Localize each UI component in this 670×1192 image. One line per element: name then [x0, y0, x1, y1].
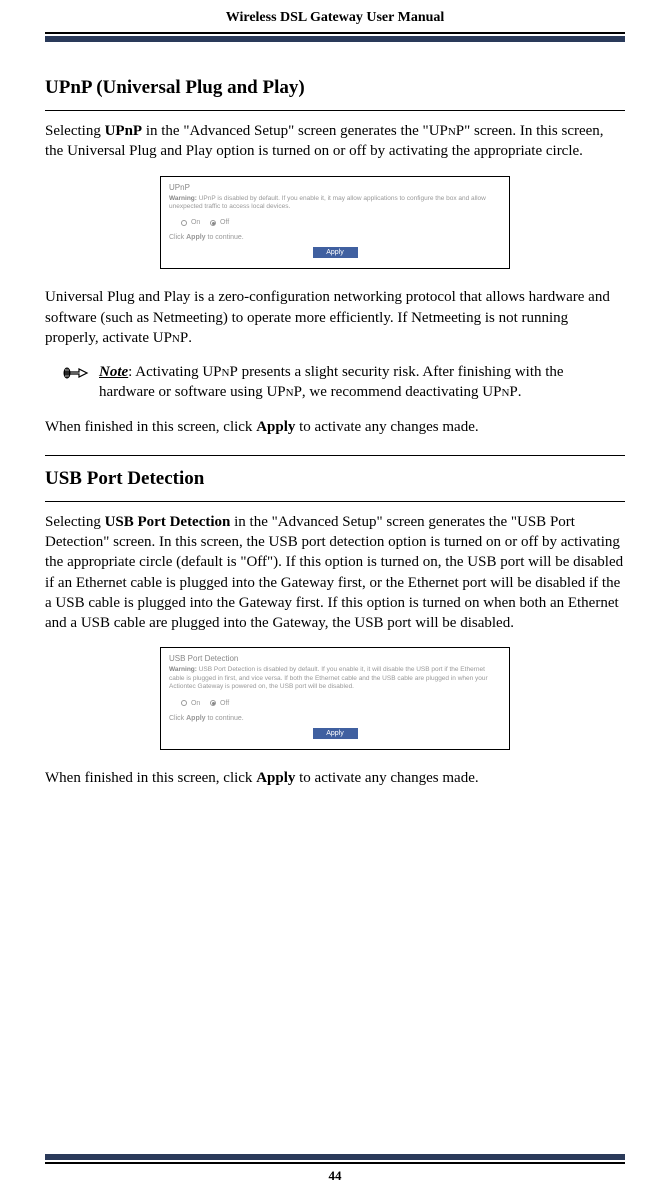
- usb-radio-on[interactable]: [181, 700, 187, 706]
- upnp-apply-button[interactable]: Apply: [313, 247, 358, 258]
- usb-intro-paragraph: Selecting USB Port Detection in the "Adv…: [45, 512, 625, 634]
- upnp-para2-2: .: [188, 330, 192, 346]
- upnp-note-4: .: [518, 384, 522, 400]
- upnp-para2-1: Universal Plug and Play is a zero-config…: [45, 289, 610, 346]
- usb-intro-1: Selecting: [45, 514, 105, 530]
- usb-ss-apply-1: Click: [169, 715, 186, 722]
- usb-ss-apply-bold: Apply: [186, 715, 205, 722]
- upnp-intro-bold: UPnP: [105, 123, 143, 139]
- upnp-ss-warning-text: UPnP is disabled by default. If you enab…: [169, 195, 486, 210]
- upnp-radio-off[interactable]: [210, 220, 216, 226]
- usb-ss-title: USB Port Detection: [169, 654, 501, 663]
- usb-title-wrapper: USB Port Detection: [45, 468, 625, 502]
- upnp-note-sc3: UPnP: [482, 384, 517, 400]
- upnp-ss-apply-2: to continue.: [206, 234, 244, 241]
- usb-intro-bold: USB Port Detection: [105, 514, 231, 530]
- usb-section-title: USB Port Detection: [45, 468, 204, 491]
- upnp-radio-on-label: On: [191, 219, 200, 226]
- page-header: Wireless DSL Gateway User Manual: [45, 0, 625, 32]
- usb-intro-sc4: USB: [55, 595, 84, 611]
- upnp-para2-sc: UPnP: [153, 330, 188, 346]
- usb-finish-1: When finished in this screen, click: [45, 770, 256, 786]
- upnp-intro-sc: UPnP: [429, 123, 464, 139]
- usb-ss-warning-text: USB Port Detection is disabled by defaul…: [169, 666, 488, 690]
- upnp-ss-radio-group: On Off: [181, 219, 501, 226]
- usb-intro-sc3: USB: [467, 554, 496, 570]
- footer-rule-thin: [45, 1162, 625, 1164]
- upnp-ss-apply-1: Click: [169, 234, 186, 241]
- header-rule-thick: [45, 36, 625, 42]
- upnp-finish: When finished in this screen, click Appl…: [45, 417, 625, 437]
- upnp-note-3: , we recommend deactivating: [302, 384, 482, 400]
- usb-ss-warning: Warning: USB Port Detection is disabled …: [169, 666, 501, 691]
- usb-intro-7: cable are plugged into the Gateway, the: [110, 615, 354, 631]
- upnp-note-sc2: UPnP: [266, 384, 301, 400]
- upnp-note-1: : Activating: [128, 364, 202, 380]
- footer-rule-thick: [45, 1154, 625, 1160]
- usb-screenshot: USB Port Detection Warning: USB Port Det…: [160, 647, 510, 749]
- upnp-radio-on[interactable]: [181, 220, 187, 226]
- upnp-finish-bold: Apply: [256, 419, 295, 435]
- usb-intro-sc2: USB: [269, 534, 298, 550]
- usb-finish: When finished in this screen, click Appl…: [45, 768, 625, 788]
- upnp-finish-2: to activate any changes made.: [295, 419, 478, 435]
- upnp-intro-text-1: Selecting: [45, 123, 105, 139]
- usb-intro-sc6: USB: [354, 615, 383, 631]
- upnp-note-sc1: UPnP: [202, 364, 237, 380]
- upnp-title-wrapper: UPnP (Universal Plug and Play): [45, 77, 625, 111]
- pointing-hand-icon: [63, 364, 91, 387]
- usb-finish-2: to activate any changes made.: [295, 770, 478, 786]
- upnp-intro-text-2: in the "Advanced Setup" screen generates…: [142, 123, 429, 139]
- page-footer: 44: [45, 1154, 625, 1184]
- usb-ss-apply-2: to continue.: [206, 715, 244, 722]
- upnp-ss-title: UPnP: [169, 183, 501, 192]
- page-number: 44: [45, 1168, 625, 1184]
- upnp-intro-paragraph: Selecting UPnP in the "Advanced Setup" s…: [45, 121, 625, 162]
- upnp-finish-1: When finished in this screen, click: [45, 419, 256, 435]
- upnp-note-text: Note: Activating UPnP presents a slight …: [99, 362, 585, 403]
- usb-ss-warning-label: Warning:: [169, 666, 197, 673]
- usb-radio-on-label: On: [191, 700, 200, 707]
- upnp-ss-warning: Warning: UPnP is disabled by default. If…: [169, 195, 501, 212]
- usb-intro-8: port will be disabled.: [384, 615, 514, 631]
- upnp-ss-warning-label: Warning:: [169, 195, 197, 202]
- usb-intro-sc1: USB: [517, 514, 546, 530]
- usb-intro-2: in the "Advanced Setup" screen generates…: [230, 514, 517, 530]
- upnp-section-title: UPnP (Universal Plug and Play): [45, 77, 305, 100]
- usb-intro-sc5: USB: [81, 615, 110, 631]
- upnp-ss-apply-bold: Apply: [186, 234, 205, 241]
- upnp-radio-off-label: Off: [220, 219, 229, 226]
- usb-apply-button[interactable]: Apply: [313, 728, 358, 739]
- section-divider: [45, 455, 625, 456]
- upnp-note-label: Note: [99, 364, 128, 380]
- upnp-ss-apply-text: Click Apply to continue.: [169, 234, 501, 241]
- header-rule-thin: [45, 32, 625, 34]
- usb-radio-off-label: Off: [220, 700, 229, 707]
- upnp-para2: Universal Plug and Play is a zero-config…: [45, 287, 625, 348]
- usb-finish-bold: Apply: [256, 770, 295, 786]
- upnp-screenshot: UPnP Warning: UPnP is disabled by defaul…: [160, 176, 510, 270]
- usb-radio-off[interactable]: [210, 700, 216, 706]
- upnp-note-block: Note: Activating UPnP presents a slight …: [63, 362, 625, 403]
- usb-ss-radio-group: On Off: [181, 700, 501, 707]
- usb-ss-apply-text: Click Apply to continue.: [169, 715, 501, 722]
